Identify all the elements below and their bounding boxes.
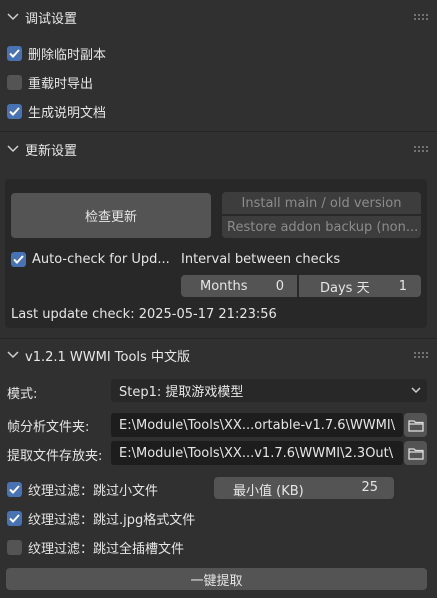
mode-dropdown[interactable]: Step1: 提取游戏模型 — [111, 379, 427, 402]
install-version-button[interactable]: Install main / old version — [222, 192, 421, 214]
filter-small-label: 纹理过滤：跳过小文件 — [28, 484, 159, 499]
days-field[interactable]: Days 天 1 — [299, 275, 421, 297]
interval-label: Interval between checks — [181, 252, 341, 267]
checkbox-checked[interactable] — [11, 252, 26, 267]
out-dir-browse-button[interactable] — [404, 441, 427, 465]
frame-dir-label: 帧分析文件夹: — [7, 420, 90, 435]
mode-value: Step1: 提取游戏模型 — [119, 385, 244, 400]
filter-slots-toggle[interactable]: 纹理过滤：跳过全插槽文件 — [7, 538, 184, 557]
mode-label: 模式: — [7, 387, 38, 402]
days-label: Days 天 — [320, 280, 370, 296]
divider — [0, 338, 437, 339]
checkmark-icon — [9, 49, 20, 58]
drag-grip-icon[interactable] — [413, 351, 429, 359]
auto-check-label: Auto-check for Upd... — [32, 252, 170, 267]
checkbox-checked[interactable] — [7, 104, 22, 119]
checkmark-icon — [9, 485, 20, 494]
auto-check-toggle[interactable]: Auto-check for Upd... — [11, 252, 170, 267]
min-size-value: 25 — [361, 480, 378, 495]
extract-button[interactable]: 一键提取 — [6, 568, 427, 590]
filter-slots-label: 纹理过滤：跳过全插槽文件 — [28, 542, 185, 557]
frame-dir-input[interactable]: E:\Module\Tools\XX...ortable-v1.7.6\WWMI… — [111, 413, 403, 437]
option-generate-docs[interactable]: 生成说明文档 — [7, 102, 106, 121]
option-delete-temp[interactable]: 删除临时副本 — [7, 44, 106, 63]
chevron-down-icon — [6, 10, 20, 24]
drag-grip-icon[interactable] — [413, 145, 429, 153]
chevron-down-icon — [411, 387, 421, 394]
tools-panel-title: v1.2.1 WWMI Tools 中文版 — [25, 349, 190, 365]
tools-panel-header[interactable]: v1.2.1 WWMI Tools 中文版 — [0, 340, 437, 370]
checkbox-checked[interactable] — [7, 482, 22, 497]
filter-small-toggle[interactable]: 纹理过滤：跳过小文件 — [7, 480, 158, 499]
min-size-label: 最小值 (KB) — [233, 484, 304, 499]
out-dir-input[interactable]: E:\Module\Tools\XX...v1.7.6\WWMI\2.3Out\ — [111, 441, 403, 465]
debug-panel-header[interactable]: 调试设置 — [0, 2, 437, 32]
checkmark-icon — [9, 514, 20, 523]
chevron-down-icon — [6, 348, 20, 362]
frame-dir-browse-button[interactable] — [404, 413, 427, 437]
months-value: 0 — [275, 278, 284, 294]
divider — [0, 131, 437, 132]
out-dir-label: 提取文件存放夹: — [7, 449, 103, 464]
days-value: 1 — [398, 278, 407, 294]
option-export-on-reload[interactable]: 重载时导出 — [7, 73, 93, 92]
checkmark-icon — [13, 255, 24, 264]
checkbox-checked[interactable] — [7, 511, 22, 526]
checkmark-icon — [9, 107, 20, 116]
option-label: 删除临时副本 — [28, 48, 107, 63]
checkbox-unchecked[interactable] — [7, 540, 22, 555]
filter-jpg-toggle[interactable]: 纹理过滤：跳过.jpg格式文件 — [7, 509, 195, 528]
filter-jpg-label: 纹理过滤：跳过.jpg格式文件 — [28, 513, 196, 528]
update-panel-header[interactable]: 更新设置 — [0, 134, 437, 164]
months-field[interactable]: Months 0 — [181, 275, 297, 297]
last-check-text: Last update check: 2025-05-17 21:23:56 — [11, 307, 277, 322]
restore-backup-button[interactable]: Restore addon backup (non... — [222, 216, 421, 238]
checkbox-unchecked[interactable] — [7, 75, 22, 90]
folder-icon — [407, 419, 424, 432]
folder-icon — [407, 447, 424, 460]
option-label: 生成说明文档 — [28, 106, 107, 121]
debug-panel-title: 调试设置 — [25, 11, 78, 27]
update-panel-title: 更新设置 — [25, 143, 78, 159]
check-update-button[interactable]: 检查更新 — [11, 193, 211, 238]
option-label: 重载时导出 — [28, 77, 94, 92]
months-label: Months — [200, 278, 248, 294]
checkbox-checked[interactable] — [7, 46, 22, 61]
drag-grip-icon[interactable] — [413, 13, 429, 21]
chevron-down-icon — [6, 142, 20, 156]
min-size-field[interactable]: 最小值 (KB) 25 — [214, 477, 394, 499]
